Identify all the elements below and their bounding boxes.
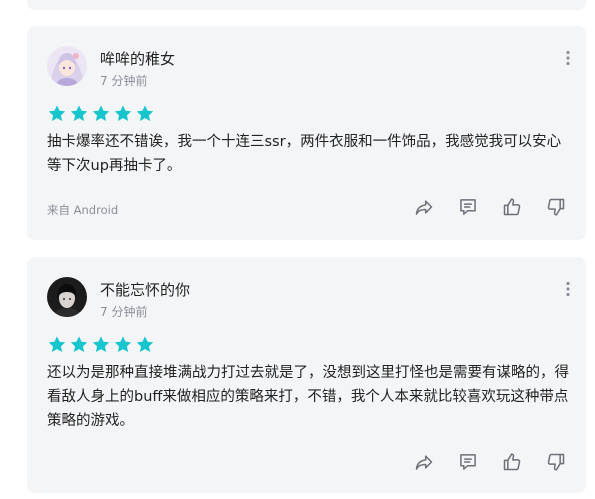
thumbs-up-icon[interactable]	[502, 452, 522, 472]
dark-portrait-avatar-icon	[47, 277, 87, 317]
review-actions	[414, 197, 566, 217]
anime-girl-avatar-icon	[47, 46, 87, 86]
more-options-icon[interactable]	[564, 281, 572, 297]
avatar[interactable]	[47, 277, 87, 317]
more-options-icon[interactable]	[564, 50, 572, 66]
star-icon	[135, 104, 155, 123]
comment-icon[interactable]	[458, 197, 478, 217]
share-icon[interactable]	[414, 452, 434, 472]
star-icon	[91, 335, 111, 354]
share-icon[interactable]	[414, 197, 434, 217]
previous-review-card	[27, 0, 586, 10]
thumbs-down-icon[interactable]	[546, 197, 566, 217]
comment-icon[interactable]	[458, 452, 478, 472]
star-icon	[135, 335, 155, 354]
star-icon	[47, 335, 67, 354]
star-icon	[69, 104, 89, 123]
thumbs-up-icon[interactable]	[502, 197, 522, 217]
username[interactable]: 不能忘怀的你	[100, 279, 190, 300]
timestamp: 7 分钟前	[100, 305, 148, 319]
star-icon	[47, 104, 67, 123]
review-card: 不能忘怀的你 7 分钟前 还以为是那种直接堆满战力打过去就是了，没想到这里打怪也…	[27, 257, 586, 493]
review-actions	[414, 452, 566, 472]
review-text: 还以为是那种直接堆满战力打过去就是了，没想到这里打怪也是需要有谋略的，得看敌人身…	[47, 365, 569, 429]
username[interactable]: 哞哞的稚女	[100, 48, 175, 69]
rating-stars	[47, 104, 155, 123]
star-icon	[113, 335, 133, 354]
star-icon	[69, 335, 89, 354]
review-card: 哞哞的稚女 7 分钟前 抽卡爆率还不错诶，我一个十连三ssr，两件衣服和一件饰品…	[27, 26, 586, 240]
rating-stars	[47, 335, 155, 354]
star-icon	[91, 104, 111, 123]
device-source: 来自 Android	[47, 203, 119, 217]
review-text: 抽卡爆率还不错诶，我一个十连三ssr，两件衣服和一件饰品，我感觉我可以安心等下次…	[47, 134, 562, 174]
star-icon	[113, 104, 133, 123]
avatar[interactable]	[47, 46, 87, 86]
thumbs-down-icon[interactable]	[546, 452, 566, 472]
timestamp: 7 分钟前	[100, 74, 148, 88]
